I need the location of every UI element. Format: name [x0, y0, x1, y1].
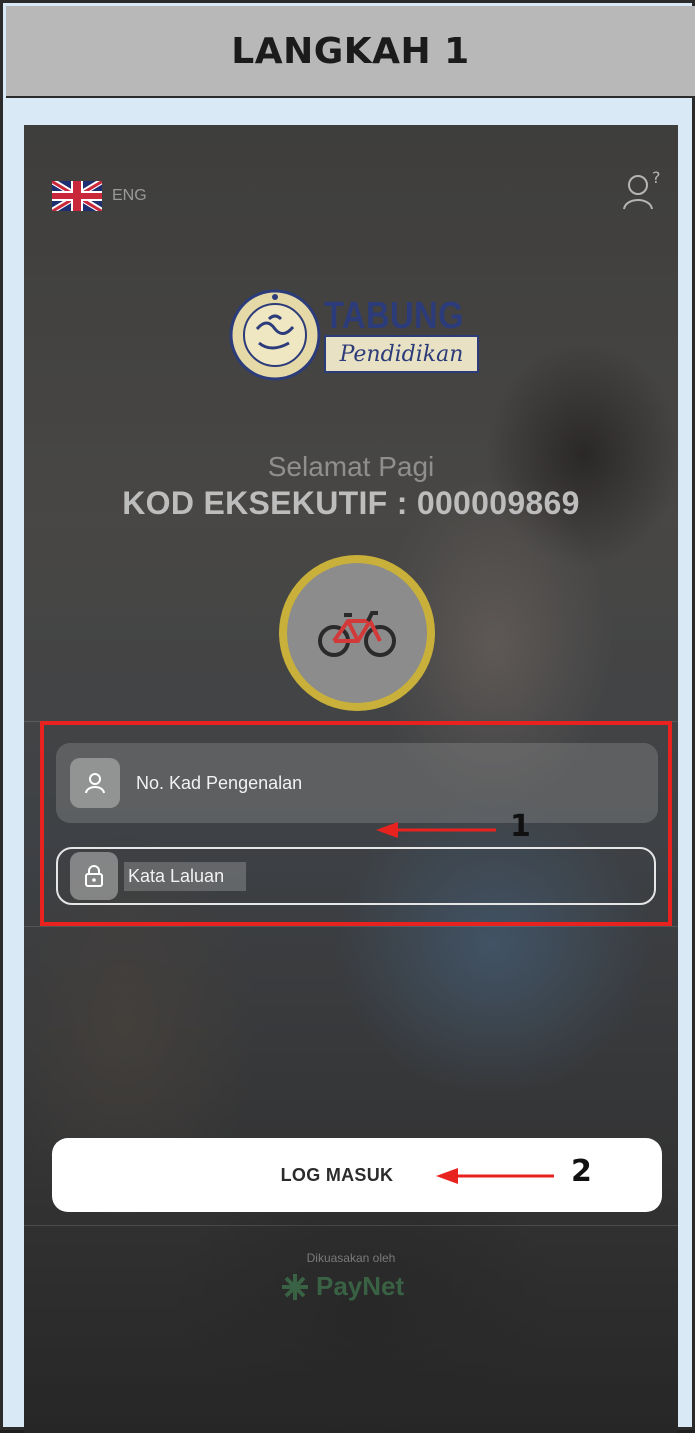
- bicycle-icon: [318, 611, 396, 657]
- language-selector[interactable]: ENG: [52, 181, 147, 211]
- annotation-arrow-1: [376, 822, 496, 838]
- greeting-text: Selamat Pagi: [267, 451, 435, 482]
- user-help-icon[interactable]: ?: [622, 169, 664, 213]
- powered-by-text: Dikuasakan oleh: [306, 1251, 396, 1265]
- paynet-logo: PayNet: [280, 1271, 404, 1302]
- login-fields-highlight: [40, 721, 672, 926]
- phone-screenshot: ENG ? TABUNG Pendidikan Selamat Pagi KOD…: [24, 125, 678, 1433]
- paynet-brand: PayNet: [316, 1271, 405, 1301]
- annotation-number-1: 1: [510, 809, 531, 844]
- logo-subtitle: Pendidikan: [324, 335, 479, 373]
- annotation-arrow-2: [436, 1168, 554, 1184]
- step-title: LANGKAH 1: [231, 30, 470, 72]
- svg-text:?: ?: [652, 169, 661, 187]
- executive-code: KOD EKSEKUTIF : 000009869: [122, 485, 580, 521]
- step-header: LANGKAH 1: [6, 6, 695, 98]
- emblem-icon: [229, 289, 321, 381]
- tabung-pendidikan-logo: TABUNG Pendidikan: [229, 285, 485, 385]
- language-label: ENG: [112, 187, 147, 204]
- uk-flag-icon: [52, 181, 102, 211]
- security-image-badge: [279, 555, 435, 711]
- tutorial-frame: LANGKAH 1 ENG ? TABUNG Pendidikan Selama…: [0, 0, 695, 1433]
- login-button-label: LOG MASUK: [280, 1164, 394, 1185]
- logo-name: TABUNG: [324, 295, 464, 337]
- annotation-number-2: 2: [571, 1154, 592, 1189]
- paynet-icon: [282, 1273, 308, 1300]
